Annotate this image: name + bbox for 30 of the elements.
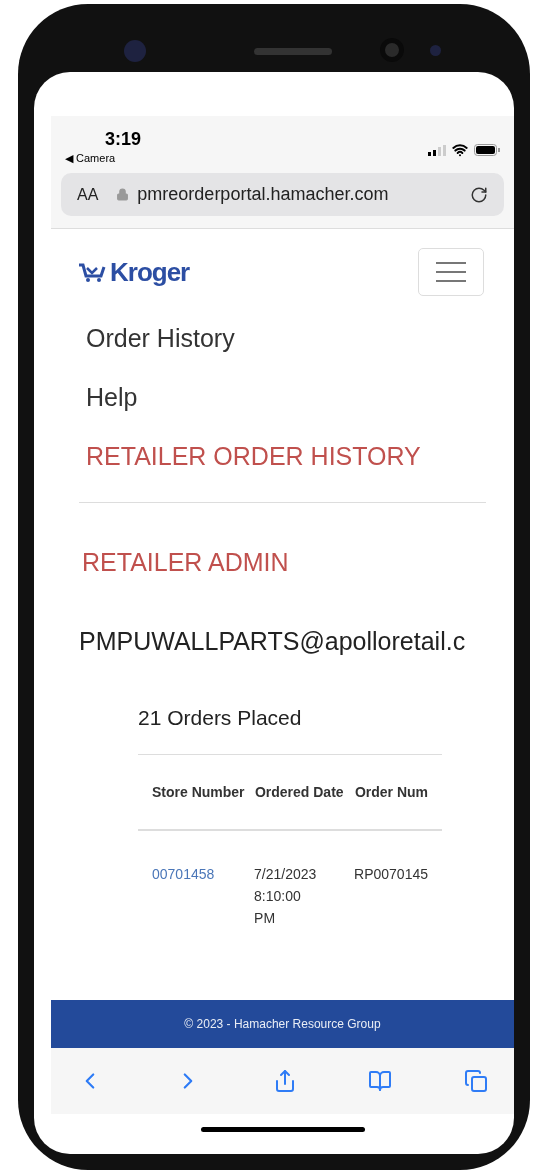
nav-link[interactable]: Order History (86, 323, 514, 354)
menu-button[interactable] (418, 248, 484, 296)
sensor-icon (380, 38, 404, 62)
address-bar[interactable]: AA pmreorderportal.hamacher.com (61, 173, 504, 216)
tabs-icon[interactable] (464, 1069, 488, 1093)
table-cell-text: 7/21/2023 8:10:00 PM (254, 864, 318, 928)
column-header: Store Number (152, 782, 246, 802)
speaker-icon (254, 48, 332, 55)
reload-icon[interactable] (470, 185, 488, 204)
store-number-link[interactable]: 00701458 (152, 862, 255, 885)
wifi-icon (452, 142, 468, 158)
url-text: pmreorderportal.hamacher.com (137, 183, 390, 206)
orders-count: 21 Orders Placed (138, 705, 303, 731)
battery-icon (474, 144, 500, 156)
column-header: Order Num (354, 782, 428, 802)
bookmarks-icon[interactable] (368, 1069, 393, 1093)
column-header: Ordered Date (254, 782, 345, 802)
status-time: 3:19 (105, 128, 142, 150)
lock-icon (116, 188, 130, 201)
admin-link[interactable]: RETAILER ADMIN (82, 547, 514, 578)
sensor-icon (430, 45, 441, 56)
copyright-text: © 2023 - Hamacher Resource Group (184, 1016, 381, 1033)
signal-icon (428, 144, 446, 156)
user-email: PMPUWALLPARTS@apolloretail.c (79, 626, 467, 657)
nav-link[interactable]: RETAILER ORDER HISTORY (86, 441, 514, 472)
nav-link[interactable]: Help (86, 382, 514, 413)
back-to-app-link[interactable]: ◀ Camera (65, 150, 142, 167)
table-cell-text: RP0070145 (354, 864, 428, 884)
camera-icon (124, 40, 146, 62)
kroger-logo[interactable]: Kroger (77, 259, 190, 285)
